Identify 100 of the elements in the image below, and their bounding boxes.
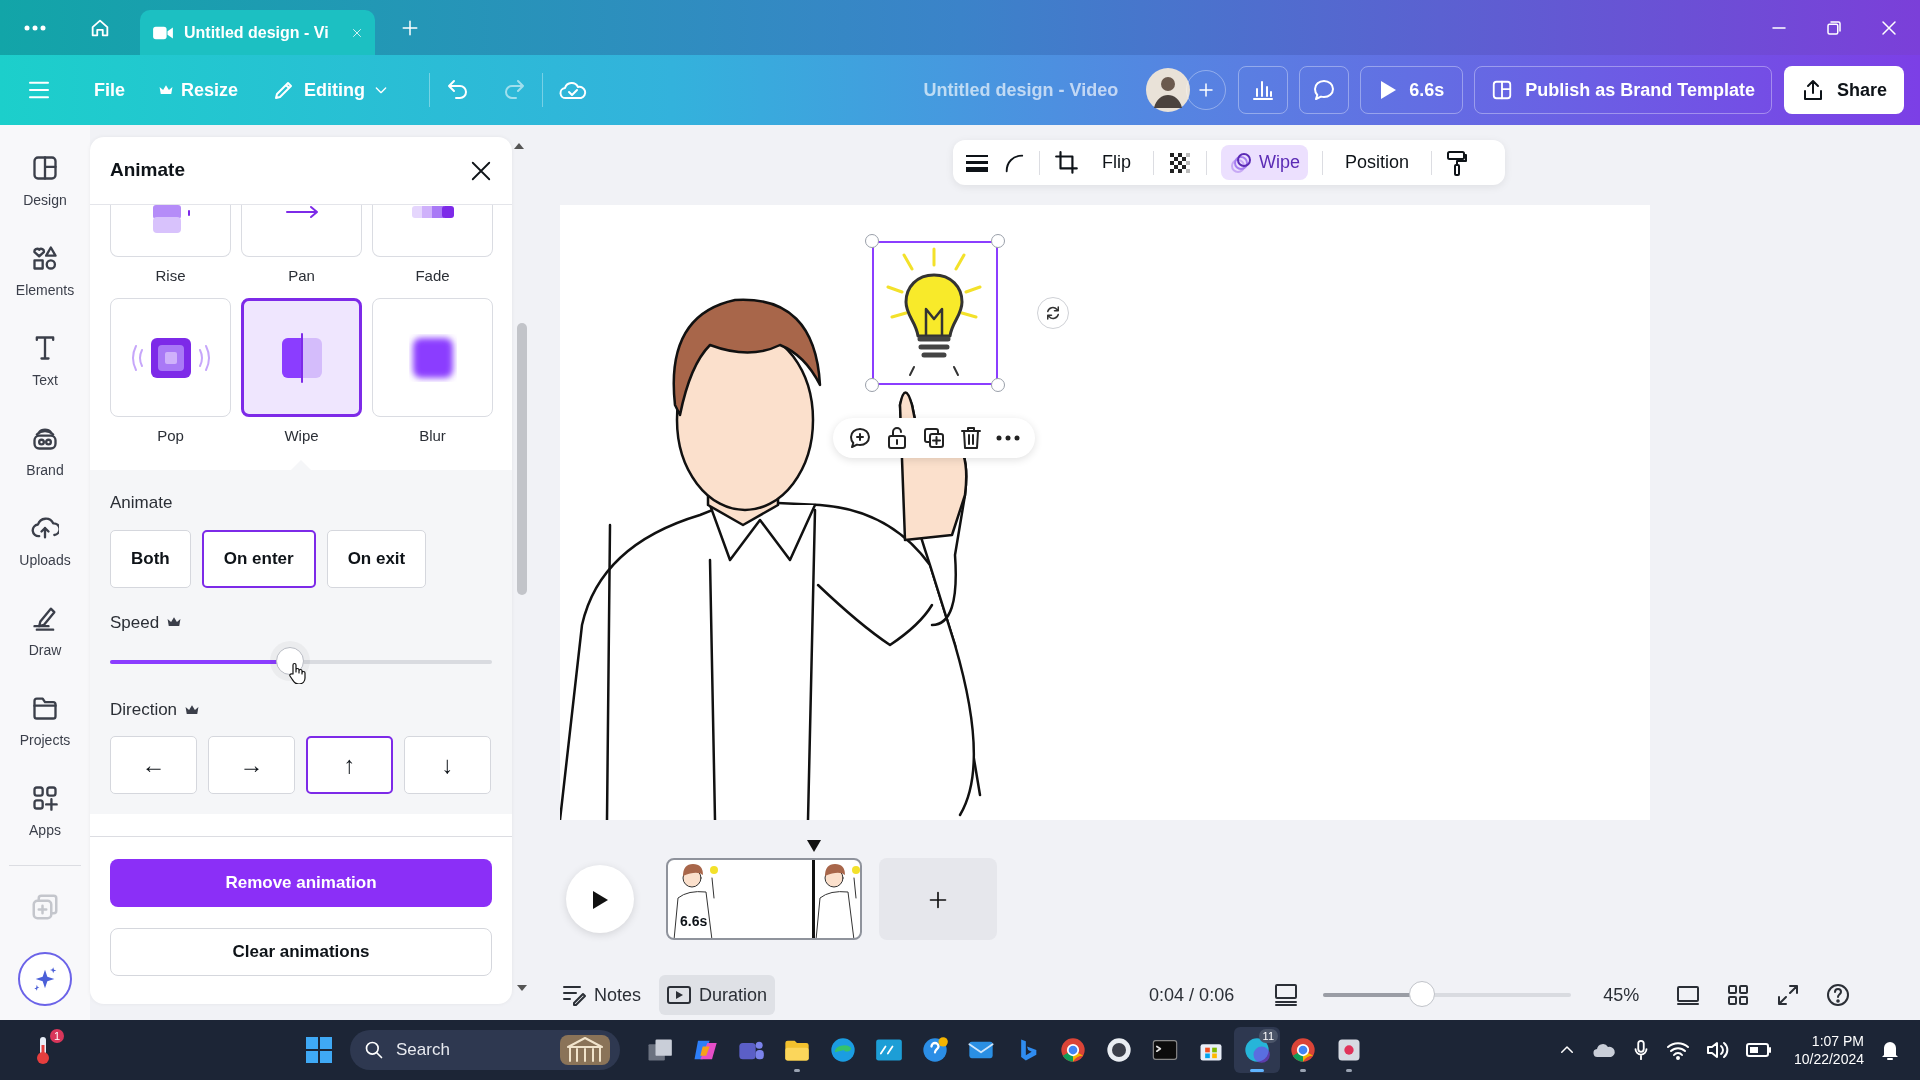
animate-icon xyxy=(1229,150,1253,175)
resize-handle[interactable] xyxy=(865,234,879,248)
tile-label: Rise xyxy=(155,266,186,286)
publish-button[interactable]: Publish as Brand Template xyxy=(1474,66,1772,114)
selection-frame[interactable] xyxy=(865,234,1005,392)
mode-option[interactable]: On exit xyxy=(326,529,427,588)
crown-icon xyxy=(167,616,182,629)
play-icon xyxy=(1379,80,1398,100)
playhead-icon[interactable] xyxy=(807,840,821,852)
resize-handle[interactable] xyxy=(991,234,1005,248)
slider-thumb[interactable] xyxy=(1409,981,1436,1007)
mode-option[interactable]: Both xyxy=(110,529,191,588)
help-icon xyxy=(921,1036,949,1064)
sidebar-item[interactable]: Text xyxy=(5,317,85,407)
taskbar-app[interactable]: 11 xyxy=(1234,1027,1280,1073)
resize-handle[interactable] xyxy=(865,378,879,392)
wifi-icon[interactable] xyxy=(1665,1040,1690,1060)
sidebar-item[interactable]: Design xyxy=(5,137,85,227)
page-view-icon[interactable] xyxy=(1676,983,1701,1007)
close-icon[interactable] xyxy=(1880,18,1898,37)
elements-icon xyxy=(31,243,59,272)
plus-icon xyxy=(928,889,948,910)
playback-time: 0:04 / 0:06 xyxy=(1149,983,1235,1007)
sidebar-item[interactable]: Apps xyxy=(5,767,85,857)
new-tab-icon[interactable] xyxy=(401,18,419,37)
rotate-button[interactable] xyxy=(1037,297,1069,329)
duplicate-icon[interactable] xyxy=(922,426,946,450)
notes-button[interactable]: Notes xyxy=(554,975,650,1015)
transparency-icon[interactable] xyxy=(1168,150,1192,175)
tab-title: Untitled design - Vi xyxy=(184,22,329,43)
direction-option[interactable]: ← xyxy=(110,735,197,794)
direction-option[interactable]: → xyxy=(208,735,295,794)
sidebar-item[interactable]: Elements xyxy=(5,227,85,317)
play-button[interactable]: 6.6s xyxy=(1360,66,1464,114)
battery-icon[interactable] xyxy=(1745,1042,1772,1058)
share-button[interactable]: Share xyxy=(1783,66,1904,114)
rotate-icon xyxy=(1044,304,1062,322)
fullscreen-icon[interactable] xyxy=(1776,983,1801,1007)
tile-label: Pan xyxy=(288,266,315,286)
zoom-slider[interactable] xyxy=(1323,981,1572,1009)
sparkle-icon xyxy=(31,965,59,993)
landmark-icon[interactable] xyxy=(560,1035,610,1065)
notification-badge: 11 xyxy=(1258,1029,1278,1043)
volume-icon[interactable] xyxy=(1705,1040,1730,1060)
resize-handle[interactable] xyxy=(991,378,1005,392)
scrollbar-thumb[interactable] xyxy=(517,323,527,595)
apps-icon xyxy=(31,783,59,812)
trash-icon[interactable] xyxy=(960,426,982,450)
search-input[interactable]: Search xyxy=(394,1036,524,1064)
clock-date[interactable]: 10/22/2024 xyxy=(1793,1050,1864,1068)
scroll-up-icon[interactable] xyxy=(514,142,524,149)
hand-cursor-icon xyxy=(287,662,306,684)
weather-button[interactable]: 1 xyxy=(20,1027,66,1073)
tile-label: Fade xyxy=(415,266,450,286)
scene-clip[interactable]: 6.6s xyxy=(666,858,862,940)
sidebar-item[interactable]: Brand xyxy=(5,407,85,497)
animation-tile[interactable] xyxy=(241,298,362,417)
close-icon xyxy=(470,159,492,182)
flip-button[interactable]: Flip xyxy=(1094,145,1139,180)
clear-animations-button[interactable]: Clear animations xyxy=(110,927,492,976)
tile-label: Pop xyxy=(157,426,184,446)
magic-button[interactable] xyxy=(18,952,72,1006)
comment-icon xyxy=(1312,78,1337,102)
restore-icon[interactable] xyxy=(1825,18,1843,37)
animate-button[interactable]: Wipe xyxy=(1221,145,1309,180)
line-weight-icon[interactable] xyxy=(965,152,989,173)
duration-icon xyxy=(667,985,692,1005)
clock-time[interactable]: 1:07 PM xyxy=(1811,1032,1864,1050)
comment-button[interactable] xyxy=(1299,66,1350,114)
scroll-down-icon[interactable] xyxy=(517,985,527,991)
tile-label: Blur xyxy=(419,426,446,446)
section-label: Animate xyxy=(110,492,173,514)
more-icon[interactable] xyxy=(996,435,1020,441)
taskbar-search-field[interactable]: Search xyxy=(350,1030,620,1070)
section-label: Speed xyxy=(110,611,160,634)
grid-view-icon[interactable] xyxy=(1726,983,1751,1007)
help-icon[interactable] xyxy=(1826,983,1851,1007)
avatar-icon[interactable] xyxy=(1146,68,1191,112)
remove-animation-button[interactable]: Remove animation xyxy=(110,858,492,907)
duration-button[interactable]: Duration xyxy=(659,975,776,1015)
paint-roller-icon[interactable] xyxy=(1446,149,1469,176)
timeline-view-icon[interactable] xyxy=(1274,984,1299,1006)
section-label: Direction xyxy=(110,699,178,721)
direction-option[interactable]: ↓ xyxy=(404,735,491,794)
close-button[interactable] xyxy=(470,159,492,182)
lock-icon[interactable] xyxy=(886,426,908,450)
play-button[interactable] xyxy=(566,865,634,933)
direction-option[interactable]: ↑ xyxy=(306,735,393,794)
position-button[interactable]: Position xyxy=(1337,145,1418,180)
bell-icon[interactable] xyxy=(1880,1039,1900,1061)
zoom-percentage[interactable]: 45% xyxy=(1603,981,1640,1009)
panel-title: Animate xyxy=(110,158,185,183)
crop-icon[interactable] xyxy=(1054,149,1080,176)
mode-option[interactable]: On enter xyxy=(201,529,316,588)
design-icon xyxy=(31,153,59,182)
comment-plus-icon[interactable] xyxy=(848,426,872,450)
insights-button[interactable] xyxy=(1238,66,1289,114)
sidebar-item[interactable]: Projects xyxy=(5,677,85,767)
sidebar-item[interactable]: Draw xyxy=(5,587,85,677)
sidebar-item[interactable]: Uploads xyxy=(5,497,85,587)
